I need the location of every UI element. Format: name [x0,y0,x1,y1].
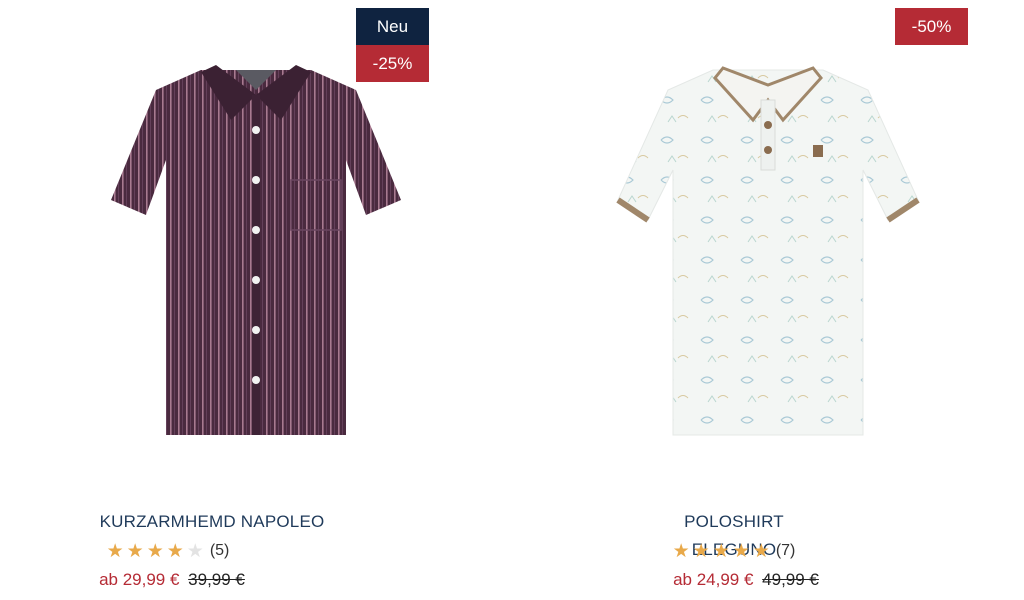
product-name-link[interactable]: POLOSHIRT ELEGUNO [664,508,804,559]
star-rating: ★ ★ ★ ★ ★ [673,542,770,561]
star-icon: ★ [732,540,750,562]
rating[interactable]: ★ ★ ★ ★ ★ (7) [478,536,990,566]
star-rating: ★ ★ ★ ★ ★ [107,542,204,561]
shirt-image-icon [111,65,401,435]
badge-discount: -50% [895,8,968,45]
star-icon: ★ [106,540,124,562]
price: ab 24,99 € 49,99 € [490,566,1002,594]
badge-new: Neu [356,8,429,45]
product-grid: Neu -25% KURZARMHEMD NAPOLEO ★ ★ ★ ★ ★ (… [0,0,1024,600]
review-count: (5) [209,542,230,559]
price-current: ab 29,99 € [99,570,180,589]
price-current: ab 24,99 € [673,570,754,589]
product-info: POLOSHIRT ELEGUNO ★ ★ ★ ★ ★ (7) ab 24,99… [292,508,819,594]
review-count: (7) [775,542,796,559]
star-icon: ★ [126,540,144,562]
star-icon: ★ [166,540,184,562]
price-old: 39,99 € [188,570,245,589]
star-empty-icon: ★ [186,540,204,562]
star-icon: ★ [752,540,770,562]
star-icon: ★ [712,540,730,562]
badges: Neu -25% [356,8,429,82]
product-image-shirt[interactable] [0,50,512,460]
star-icon: ★ [692,540,710,562]
badge-discount: -25% [356,45,429,82]
price-old: 49,99 € [762,570,819,589]
star-icon: ★ [672,540,690,562]
star-icon: ★ [146,540,164,562]
badges: -50% [895,8,968,45]
product-image-polo[interactable] [512,50,1024,460]
product-card[interactable]: -50% POLOSHIRT ELEGUNO ★ ★ ★ ★ ★ (7) ab … [512,0,1024,600]
polo-image-icon [616,66,920,436]
